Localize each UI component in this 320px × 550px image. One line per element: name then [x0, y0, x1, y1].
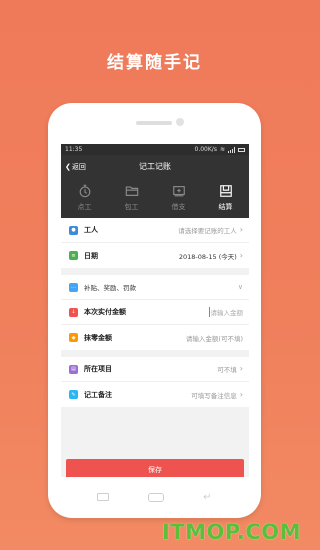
tag-icon: ◆ [69, 333, 78, 342]
phone-frame: 11:35 0.00K/s ≋ ❮ 返回 记工记账 点工 包工 借支 结算 ● … [48, 103, 261, 518]
phone-speaker [136, 121, 172, 125]
tab-point-work[interactable]: 点工 [61, 178, 108, 218]
date-value: 2018-08-15 (今天) [178, 252, 237, 261]
tab-label: 借支 [171, 203, 186, 211]
form-group-basic: ● 工人 请选择要记账的工人 › ≡ 日期 2018-08-15 (今天) › [61, 218, 249, 268]
phone-camera [176, 118, 184, 126]
phone-nav-keys: ↵ [48, 487, 261, 507]
discount-input[interactable]: 请输入金额(可不填) [186, 333, 243, 343]
status-time: 11:35 [65, 146, 83, 153]
note-row[interactable]: ✎ 记工备注 可填写备注信息 › [61, 382, 249, 407]
stopwatch-icon [79, 184, 90, 198]
tab-advance[interactable]: 借支 [155, 178, 202, 218]
date-row[interactable]: ≡ 日期 2018-08-15 (今天) › [61, 243, 249, 268]
project-row[interactable]: ▤ 所在项目 可不填 › [61, 357, 249, 382]
chevron-down-icon: ∨ [237, 283, 243, 291]
worker-label: 工人 [84, 226, 98, 234]
status-speed: 0.00K/s [194, 146, 217, 153]
project-icon: ▤ [69, 364, 78, 374]
chevron-right-icon: › [239, 225, 243, 234]
tab-label: 结算 [218, 203, 233, 211]
note-label: 记工备注 [84, 390, 112, 399]
paid-amount-input[interactable]: 请输入金额 [208, 307, 243, 317]
worker-row[interactable]: ● 工人 请选择要记账的工人 › [61, 218, 249, 243]
extras-label: 补贴、奖励、罚款 [84, 284, 136, 292]
save-button[interactable]: 保存 [66, 459, 244, 477]
headline: 结算随手记 [107, 53, 202, 73]
back-label: 返回 [71, 162, 86, 171]
discount-label: 抹零金额 [84, 333, 112, 342]
paid-amount-row: ↓ 本次实付金额 请输入金额 [61, 300, 249, 325]
recent-apps-icon[interactable] [97, 493, 110, 501]
battery-icon [238, 147, 245, 152]
signal-icon [228, 146, 235, 153]
more-icon: … [69, 282, 78, 292]
settle-icon [219, 185, 232, 197]
calendar-icon: ≡ [69, 251, 78, 260]
date-label: 日期 [84, 251, 98, 260]
tab-label: 点工 [77, 203, 92, 211]
chevron-right-icon: › [239, 250, 243, 260]
pencil-icon: ✎ [69, 390, 78, 399]
chevron-right-icon: › [239, 364, 243, 373]
money-icon [172, 186, 185, 197]
person-icon: ● [69, 225, 78, 235]
note-value: 可填写备注信息 [191, 391, 237, 400]
wifi-icon: ≋ [219, 146, 225, 153]
back-button[interactable]: ❮ 返回 [65, 155, 86, 178]
tab-label: 包工 [124, 203, 139, 211]
chevron-left-icon: ❮ [65, 162, 71, 171]
folder-icon [125, 186, 138, 196]
chevron-right-icon: › [239, 389, 243, 399]
project-label: 所在项目 [84, 365, 112, 373]
app-screen: 11:35 0.00K/s ≋ ❮ 返回 记工记账 点工 包工 借支 结算 ● … [61, 144, 249, 477]
discount-row: ◆ 抹零金额 请输入金额(可不填) [61, 325, 249, 350]
tab-contract-work[interactable]: 包工 [108, 178, 155, 218]
tab-bar: 点工 包工 借支 结算 [61, 178, 249, 218]
extras-row[interactable]: … 补贴、奖励、罚款 ∨ [61, 275, 249, 300]
watermark-logo: ITMOP.COM [161, 520, 301, 544]
back-arrow-icon[interactable]: ↵ [203, 492, 211, 503]
form-group-extra: ▤ 所在项目 可不填 › ✎ 记工备注 可填写备注信息 › [61, 357, 249, 407]
page-title: 记工记账 [139, 162, 171, 171]
payment-icon: ↓ [69, 307, 78, 317]
status-bar: 11:35 0.00K/s ≋ [61, 144, 249, 155]
tab-settlement[interactable]: 结算 [202, 178, 249, 218]
worker-value: 请选择要记账的工人 [178, 227, 237, 235]
title-bar: ❮ 返回 记工记账 [61, 155, 249, 178]
project-value: 可不填 [217, 366, 237, 374]
home-icon[interactable] [148, 492, 165, 502]
paid-amount-label: 本次实付金额 [84, 308, 126, 316]
form-group-amounts: … 补贴、奖励、罚款 ∨ ↓ 本次实付金额 请输入金额 ◆ 抹零金额 请输入金额… [61, 275, 249, 350]
